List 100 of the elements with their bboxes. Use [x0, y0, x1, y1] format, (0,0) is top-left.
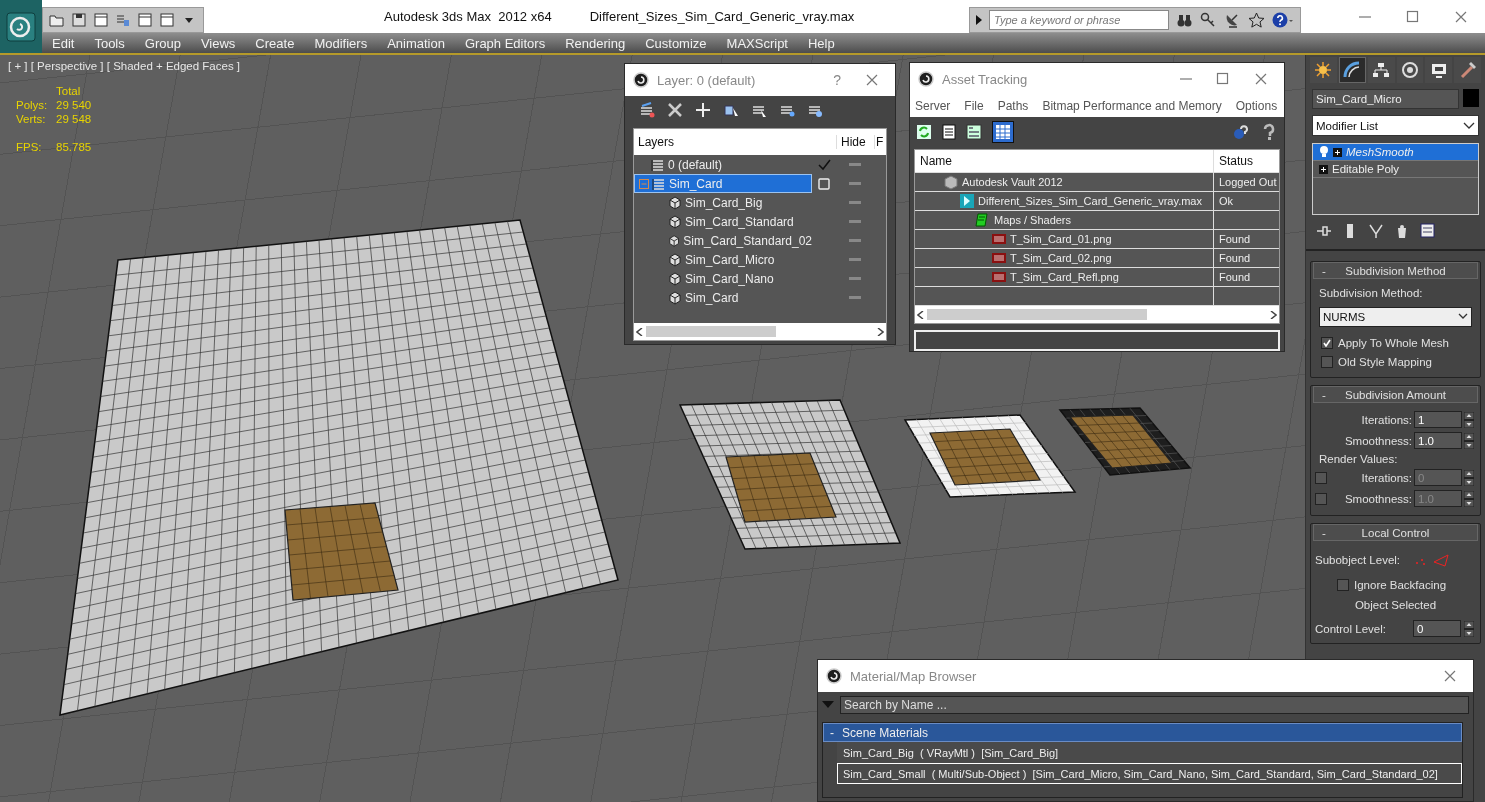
menu-item[interactable]: Rendering: [555, 35, 636, 51]
scroll-left-icon[interactable]: [917, 310, 925, 319]
hide-toggle-icon[interactable]: [849, 238, 861, 243]
layer-row[interactable]: 0 (default): [634, 155, 812, 174]
window-icon[interactable]: [159, 11, 175, 28]
delete-icon[interactable]: [667, 102, 683, 118]
modifier-stack-item[interactable]: MeshSmooth: [1313, 144, 1478, 161]
column-header[interactable]: Name: [915, 150, 1213, 172]
list-icon[interactable]: [942, 124, 956, 140]
pin-icon[interactable]: [1316, 223, 1332, 239]
asset-row[interactable]: T_Sim_Card_01.png: [915, 230, 1213, 248]
checkbox[interactable]: [1337, 578, 1349, 591]
create-tab[interactable]: [1310, 57, 1337, 83]
search-field[interactable]: Type a keyword or phrase: [989, 9, 1169, 30]
spinner-field[interactable]: 0: [1413, 620, 1461, 637]
hide-toggle-icon[interactable]: [849, 276, 861, 281]
expand-arrow-icon[interactable]: [976, 14, 982, 25]
checkbox[interactable]: [1315, 492, 1327, 505]
scroll-right-icon[interactable]: [876, 327, 884, 336]
spinner-arrows-icon[interactable]: [1464, 469, 1474, 486]
horizontal-scrollbar[interactable]: [915, 306, 1279, 323]
object-row[interactable]: Sim_Card_Standard: [634, 212, 812, 231]
rollout-header[interactable]: - Subdivision Amount: [1313, 386, 1478, 403]
modifier-stack-item[interactable]: Editable Poly: [1313, 161, 1478, 178]
scroll-left-icon[interactable]: [636, 327, 644, 336]
help-button[interactable]: ?: [825, 69, 849, 91]
object-color-swatch[interactable]: [1463, 89, 1479, 107]
rollout-header[interactable]: - Subdivision Method: [1313, 262, 1478, 279]
scroll-right-icon[interactable]: [1269, 310, 1277, 319]
help-icon[interactable]: [1272, 10, 1294, 29]
spinner-arrows-icon[interactable]: [1464, 411, 1474, 428]
menu-item[interactable]: MAXScript: [716, 35, 798, 51]
scrollbar-thumb[interactable]: [646, 326, 776, 337]
hide-toggle-icon[interactable]: [849, 257, 861, 262]
column-header[interactable]: F: [874, 135, 884, 149]
object-row[interactable]: Sim_Card_Big: [634, 193, 812, 212]
checkbox[interactable]: [1321, 336, 1333, 349]
cube-cursor-icon[interactable]: [723, 102, 739, 118]
checkbox-icon[interactable]: [818, 177, 830, 190]
menu-item[interactable]: Graph Editors: [454, 35, 556, 51]
collapse-toggle[interactable]: -: [1314, 388, 1334, 401]
object-row[interactable]: Sim_Card_Standard_02: [634, 231, 812, 250]
viewport-label[interactable]: [ + ] [ Perspective ] [ Shaded + Edged Faces ]: [8, 60, 241, 72]
menu-item[interactable]: Options: [1235, 99, 1278, 113]
add-icon[interactable]: [695, 102, 711, 118]
checkmark-icon[interactable]: [817, 157, 831, 172]
asset-row[interactable]: Different_Sizes_Sim_Card_Generic_vray.max: [915, 192, 1213, 210]
new-layer-icon[interactable]: [639, 102, 655, 118]
asset-row[interactable]: Maps / Shaders: [915, 211, 1213, 229]
modify-tab[interactable]: [1338, 57, 1366, 83]
layer-row[interactable]: Sim_Card: [634, 174, 812, 193]
satellite-dish-icon[interactable]: [1224, 11, 1241, 28]
menu-item[interactable]: Customize: [635, 35, 717, 51]
menu-item[interactable]: Server: [915, 99, 951, 113]
menu-item[interactable]: Bitmap Performance and Memory: [1042, 99, 1222, 113]
hide-toggle-icon[interactable]: [849, 200, 861, 205]
checkbox[interactable]: [1321, 355, 1333, 368]
path-field[interactable]: [914, 330, 1280, 351]
collapse-toggle[interactable]: -: [1314, 526, 1334, 539]
thumbnail-icon[interactable]: [966, 124, 982, 140]
hide-toggle-icon[interactable]: [849, 162, 861, 167]
menu-item[interactable]: Tools: [84, 35, 135, 51]
table-view-button[interactable]: [992, 121, 1014, 143]
search-field[interactable]: Search by Name ...: [840, 696, 1469, 714]
column-header[interactable]: Hide: [836, 135, 874, 149]
window-icon[interactable]: [137, 11, 153, 28]
key-icon[interactable]: [1200, 11, 1217, 28]
display-tab[interactable]: [1425, 57, 1453, 83]
window-icon[interactable]: [93, 11, 109, 28]
refresh-icon[interactable]: [916, 124, 932, 140]
menu-item[interactable]: Help: [798, 35, 845, 51]
save-icon[interactable]: [71, 11, 87, 28]
help-globe-icon[interactable]: [1232, 123, 1250, 141]
material-item[interactable]: Sim_Card_Big ( VRayMtl ) [Sim_Card_Big]: [837, 742, 1462, 763]
asset-row[interactable]: T_Sim_Card_Refl.png: [915, 268, 1213, 286]
menu-item[interactable]: Views: [190, 35, 246, 51]
collapse-toggle[interactable]: -: [1314, 264, 1334, 277]
modifier-list-dropdown[interactable]: Modifier List: [1312, 115, 1479, 136]
menu-item[interactable]: Create: [245, 35, 305, 51]
checkbox[interactable]: [1315, 471, 1327, 484]
spinner-field[interactable]: 1: [1414, 411, 1462, 428]
object-row[interactable]: Sim_Card: [634, 288, 812, 307]
group-header[interactable]: - Scene Materials: [823, 723, 1462, 742]
spinner-arrows-icon[interactable]: [1464, 432, 1474, 449]
asset-row[interactable]: Autodesk Vault 2012: [915, 173, 1213, 191]
motion-tab[interactable]: [1396, 57, 1424, 83]
hide-toggle-icon[interactable]: [849, 295, 861, 300]
collapse-toggle-icon[interactable]: [639, 178, 649, 189]
object-row[interactable]: Sim_Card_Nano: [634, 269, 812, 288]
scrollbar-thumb[interactable]: [927, 309, 1147, 320]
method-dropdown[interactable]: NURMS: [1319, 307, 1472, 327]
object-row[interactable]: Sim_Card_Micro: [634, 250, 812, 269]
menu-item[interactable]: Animation: [377, 35, 455, 51]
spinner-arrows-icon[interactable]: [1464, 620, 1474, 637]
menu-item[interactable]: Modifiers: [304, 35, 378, 51]
column-header[interactable]: Status: [1213, 150, 1279, 172]
asset-row[interactable]: T_Sim_Card_02.png: [915, 249, 1213, 267]
menu-item[interactable]: Edit: [42, 35, 85, 51]
funnel-icon[interactable]: [1368, 223, 1384, 239]
configure-icon[interactable]: [1420, 223, 1436, 239]
